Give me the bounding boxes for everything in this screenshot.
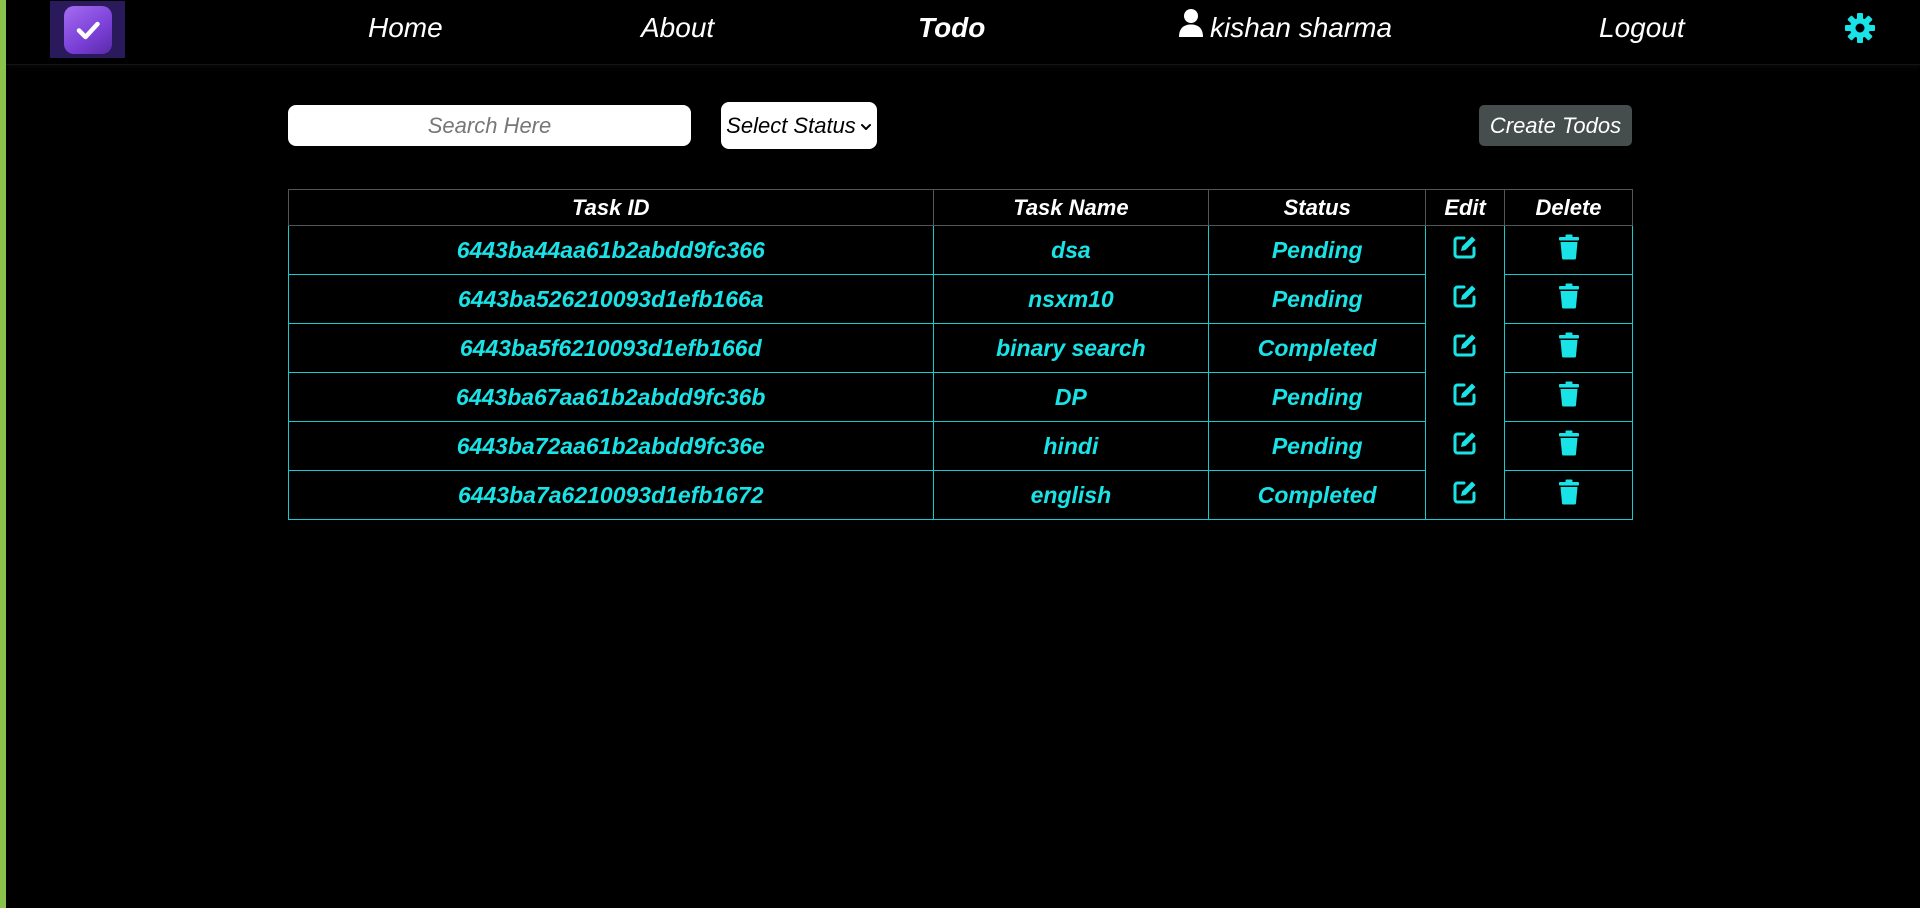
- navbar: Home About Todo kishan sharma Logout: [6, 0, 1920, 65]
- task-name-cell: hindi: [932, 421, 1210, 471]
- user-name: kishan sharma: [1210, 12, 1393, 43]
- trash-icon[interactable]: [1558, 234, 1580, 266]
- header-edit: Edit: [1425, 189, 1506, 226]
- edit-cell: [1425, 421, 1506, 471]
- delete-cell: [1504, 274, 1633, 324]
- task-status-cell: Pending: [1208, 421, 1427, 471]
- task-name-cell: nsxm10: [932, 274, 1210, 324]
- theme-toggle-button[interactable]: [1844, 12, 1876, 44]
- table-row: 6443ba44aa61b2abdd9fc366 dsa Pending: [288, 225, 1633, 275]
- nav-user-profile[interactable]: kishan sharma: [1178, 8, 1392, 48]
- edit-icon[interactable]: [1452, 234, 1478, 266]
- task-id-cell: 6443ba526210093d1efb166a: [288, 274, 934, 324]
- nav-logout-link[interactable]: Logout: [1599, 8, 1685, 48]
- task-name-cell: binary search: [932, 323, 1210, 373]
- header-delete: Delete: [1504, 189, 1633, 226]
- check-logo-icon: [63, 5, 112, 54]
- nav-home-link[interactable]: Home: [368, 8, 443, 48]
- trash-icon[interactable]: [1558, 430, 1580, 462]
- edit-cell: [1425, 274, 1506, 324]
- edit-icon[interactable]: [1452, 283, 1478, 315]
- edit-cell: [1425, 470, 1506, 520]
- edit-icon[interactable]: [1452, 479, 1478, 511]
- header-task-id: Task ID: [288, 189, 934, 226]
- nav-todo-link[interactable]: Todo: [918, 8, 985, 48]
- edit-cell: [1425, 372, 1506, 422]
- task-id-cell: 6443ba44aa61b2abdd9fc366: [288, 225, 934, 275]
- gear-icon: [1844, 13, 1876, 48]
- delete-cell: [1504, 323, 1633, 373]
- trash-icon[interactable]: [1558, 479, 1580, 511]
- table-row: 6443ba526210093d1efb166a nsxm10 Pending: [288, 274, 1633, 324]
- table-header-row: Task ID Task Name Status Edit Delete: [288, 189, 1633, 226]
- task-status-cell: Pending: [1208, 372, 1427, 422]
- task-id-cell: 6443ba5f6210093d1efb166d: [288, 323, 934, 373]
- create-todos-button[interactable]: Create Todos: [1479, 105, 1632, 146]
- task-status-cell: Pending: [1208, 274, 1427, 324]
- todo-table: Task ID Task Name Status Edit Delete 644…: [288, 189, 1633, 520]
- todo-table-body: 6443ba44aa61b2abdd9fc366 dsa Pending 6443ba…: [288, 225, 1633, 520]
- delete-cell: [1504, 372, 1633, 422]
- table-row: 6443ba72aa61b2abdd9fc36e hindi Pending: [288, 421, 1633, 471]
- delete-cell: [1504, 421, 1633, 471]
- table-row: 6443ba67aa61b2abdd9fc36b DP Pending: [288, 372, 1633, 422]
- status-select[interactable]: Select Status: [721, 102, 877, 149]
- task-status-cell: Pending: [1208, 225, 1427, 275]
- task-name-cell: dsa: [932, 225, 1210, 275]
- user-icon: [1178, 8, 1204, 49]
- header-status: Status: [1208, 189, 1427, 226]
- task-name-cell: english: [932, 470, 1210, 520]
- table-row: 6443ba5f6210093d1efb166d binary search Com…: [288, 323, 1633, 373]
- task-id-cell: 6443ba67aa61b2abdd9fc36b: [288, 372, 934, 422]
- edit-icon[interactable]: [1452, 332, 1478, 364]
- task-status-cell: Completed: [1208, 323, 1427, 373]
- trash-icon[interactable]: [1558, 283, 1580, 315]
- chevron-down-icon: [860, 113, 872, 139]
- trash-icon[interactable]: [1558, 381, 1580, 413]
- trash-icon[interactable]: [1558, 332, 1580, 364]
- task-id-cell: 6443ba7a6210093d1efb1672: [288, 470, 934, 520]
- status-select-value: Select Status: [726, 112, 856, 138]
- task-id-cell: 6443ba72aa61b2abdd9fc36e: [288, 421, 934, 471]
- edit-cell: [1425, 323, 1506, 373]
- search-input[interactable]: [288, 105, 691, 146]
- table-row: 6443ba7a6210093d1efb1672 english Completed: [288, 470, 1633, 520]
- nav-about-link[interactable]: About: [641, 8, 714, 48]
- delete-cell: [1504, 225, 1633, 275]
- app-logo[interactable]: [50, 1, 125, 58]
- task-name-cell: DP: [932, 372, 1210, 422]
- edit-cell: [1425, 225, 1506, 275]
- page-left-border: [0, 0, 6, 908]
- header-task-name: Task Name: [932, 189, 1210, 226]
- delete-cell: [1504, 470, 1633, 520]
- edit-icon[interactable]: [1452, 430, 1478, 462]
- task-status-cell: Completed: [1208, 470, 1427, 520]
- edit-icon[interactable]: [1452, 381, 1478, 413]
